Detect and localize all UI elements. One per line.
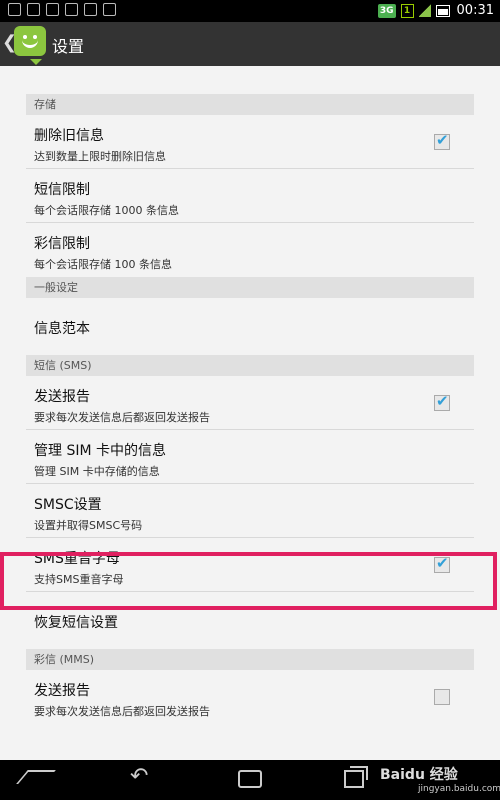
preference-text: 发送报告要求每次发送信息后都返回发送报告	[34, 386, 210, 425]
category-header: 存储	[26, 94, 474, 115]
preference-summary: 要求每次发送信息后都返回发送报告	[34, 411, 210, 424]
preference-text: 管理 SIM 卡中的信息 管理 SIM 卡中存储的信息	[34, 440, 166, 479]
preference-summary: 设置并取得SMSC号码	[34, 519, 143, 532]
preference-item[interactable]: 删除旧信息达到数量上限时删除旧信息	[26, 115, 474, 169]
preference-title: SMS重音字母	[34, 551, 120, 567]
preference-title: 管理 SIM 卡中的信息	[34, 443, 166, 459]
recent-apps-icon[interactable]	[344, 766, 368, 788]
page-title: 设置	[52, 37, 85, 56]
notification-icon	[27, 3, 40, 16]
watermark-logo: Baidu 经验	[380, 767, 458, 783]
preference-title: 发送报告	[34, 683, 90, 699]
preference-item[interactable]: 发送报告要求每次发送信息后都返回发送报告	[26, 376, 474, 430]
preference-summary: 每个会话限存储 100 条信息	[34, 258, 172, 271]
preference-title: 信息范本	[34, 321, 90, 337]
status-bar: 3G 1 00:31	[0, 0, 500, 22]
preference-text: 发送报告要求每次发送信息后都返回发送报告	[34, 680, 210, 719]
category-header: 彩信 (MMS)	[26, 649, 474, 670]
status-indicators: 3G 1 00:31	[377, 3, 494, 18]
home-icon[interactable]	[16, 770, 56, 784]
preference-title: SMSC设置	[34, 497, 102, 513]
settings-content: 存储删除旧信息达到数量上限时删除旧信息短信限制每个会话限存储 1000 条信息彩…	[0, 66, 500, 760]
preference-text: SMS重音字母 支持SMS重音字母	[34, 548, 123, 587]
checkbox[interactable]	[434, 392, 450, 411]
preference-text: 短信限制每个会话限存储 1000 条信息	[34, 179, 179, 218]
notification-icons	[8, 3, 116, 16]
checkbox[interactable]	[434, 554, 450, 573]
preference-text: 彩信限制每个会话限存储 100 条信息	[34, 233, 172, 272]
preference-summary: 达到数量上限时删除旧信息	[34, 150, 166, 163]
preference-item[interactable]: 恢复短信设置	[26, 592, 474, 649]
preference-item[interactable]: 信息范本	[26, 298, 474, 355]
preference-text: 恢复短信设置	[34, 612, 118, 632]
preference-text: 信息范本	[34, 318, 90, 338]
messaging-app-icon[interactable]	[14, 26, 46, 65]
preference-list: 存储删除旧信息达到数量上限时删除旧信息短信限制每个会话限存储 1000 条信息彩…	[26, 94, 474, 724]
preference-text: SMSC设置设置并取得SMSC号码	[34, 494, 142, 533]
notification-icon	[103, 3, 116, 16]
preference-summary: 支持SMS重音字母	[34, 573, 124, 586]
watermark-url: jingyan.baidu.com	[418, 784, 500, 794]
navigation-bar: ↶ Baidu 经验 jingyan.baidu.com	[0, 760, 500, 800]
preference-item[interactable]: SMS重音字母 支持SMS重音字母	[26, 538, 474, 592]
category-header: 一般设定	[26, 277, 474, 298]
preference-item[interactable]: 彩信限制每个会话限存储 100 条信息	[26, 223, 474, 277]
preference-title: 恢复短信设置	[34, 615, 118, 631]
category-header: 短信 (SMS)	[26, 355, 474, 376]
preference-item[interactable]: 短信限制每个会话限存储 1000 条信息	[26, 169, 474, 223]
notification-icon	[84, 3, 97, 16]
preference-summary: 管理 SIM 卡中存储的信息	[34, 465, 160, 478]
clock: 00:31	[456, 3, 494, 18]
notification-icon	[46, 3, 59, 16]
preference-title: 发送报告	[34, 389, 90, 405]
preference-title: 彩信限制	[34, 236, 90, 252]
sim-indicator: 1	[400, 3, 414, 18]
preference-title: 删除旧信息	[34, 128, 104, 144]
checkbox[interactable]	[434, 131, 450, 150]
signal-icon	[418, 4, 431, 17]
preference-title: 短信限制	[34, 182, 90, 198]
preference-summary: 每个会话限存储 1000 条信息	[34, 204, 179, 217]
battery-icon	[435, 4, 450, 17]
back-icon[interactable]: ↶	[130, 766, 154, 788]
checkbox[interactable]	[434, 689, 450, 705]
preference-summary: 要求每次发送信息后都返回发送报告	[34, 705, 210, 718]
camera-icon[interactable]	[238, 770, 262, 788]
preference-text: 删除旧信息达到数量上限时删除旧信息	[34, 125, 166, 164]
notification-icon	[65, 3, 78, 16]
action-bar: ❮ 设置	[0, 22, 500, 66]
notification-icon	[8, 3, 21, 16]
preference-item[interactable]: SMSC设置设置并取得SMSC号码	[26, 484, 474, 538]
preference-item[interactable]: 发送报告要求每次发送信息后都返回发送报告	[26, 670, 474, 724]
network-type-badge: 3G	[377, 3, 396, 18]
preference-item[interactable]: 管理 SIM 卡中的信息 管理 SIM 卡中存储的信息	[26, 430, 474, 484]
